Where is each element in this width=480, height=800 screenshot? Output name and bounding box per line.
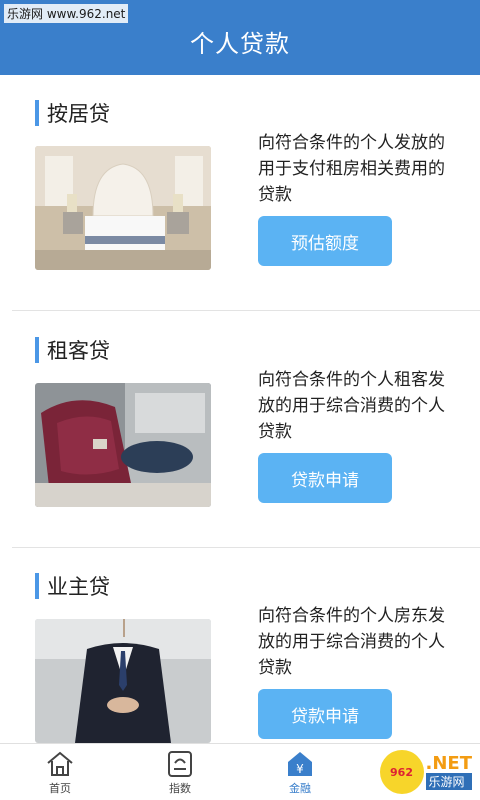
section-label: 业主贷 — [47, 575, 110, 599]
loan-apply-button[interactable]: 贷款申请 — [258, 453, 392, 503]
section-divider — [12, 310, 480, 311]
section-description: 向符合条件的个人房东发放的用于综合消费的个人贷款 — [258, 606, 445, 678]
section-accent-bar — [35, 337, 39, 363]
page-title: 个人贷款 — [190, 30, 290, 58]
watermark-logo: 962 .NET 乐游网 — [379, 750, 472, 794]
watermark-text: 乐游网 www.962.net — [4, 4, 129, 23]
section-label: 按居贷 — [47, 102, 110, 126]
businessman-photo — [35, 619, 211, 743]
loan-card-anjudai: 按居贷 向符合条件的个人发放的用于支付租房相关费用的贷款 预估额度 — [0, 100, 480, 300]
section-title: 按居贷 — [35, 100, 110, 126]
index-icon — [168, 751, 192, 777]
watermark-sub: 乐游网 — [425, 772, 472, 790]
finance-icon: ¥ — [288, 752, 312, 776]
section-description: 向符合条件的个人租客发放的用于综合消费的个人贷款 — [258, 370, 445, 442]
bedroom-photo — [35, 146, 211, 270]
watermark-net: .NET — [425, 752, 472, 774]
home-icon — [47, 751, 73, 776]
section-description: 向符合条件的个人发放的用于支付租房相关费用的贷款 — [258, 133, 445, 205]
section-accent-bar — [35, 573, 39, 599]
backpack-photo — [35, 383, 211, 507]
section-title: 业主贷 — [35, 573, 110, 599]
estimate-limit-button[interactable]: 预估额度 — [258, 216, 392, 266]
app-header: 乐游网 www.962.net 个人贷款 — [0, 0, 480, 75]
tab-home[interactable]: 首页 — [30, 750, 90, 796]
bottom-tab-bar: 首页 指数 ¥ 金融 962 .NET 乐游网 — [0, 743, 480, 800]
svg-text:¥: ¥ — [296, 762, 304, 776]
tab-finance[interactable]: ¥ 金融 — [270, 750, 330, 796]
tab-label: 指数 — [169, 782, 191, 795]
loan-card-zukedai: 租客贷 向符合条件的个人租客发放的用于综合消费的个人贷款 贷款申请 — [0, 337, 480, 537]
loan-apply-button[interactable]: 贷款申请 — [258, 689, 392, 739]
tab-label: 金融 — [289, 782, 311, 795]
tab-index[interactable]: 指数 — [150, 750, 210, 796]
section-label: 租客贷 — [47, 339, 110, 363]
tab-label: 首页 — [49, 782, 71, 795]
watermark-emblem: 962 — [379, 750, 424, 794]
section-accent-bar — [35, 100, 39, 126]
section-divider — [12, 547, 480, 548]
section-title: 租客贷 — [35, 337, 110, 363]
